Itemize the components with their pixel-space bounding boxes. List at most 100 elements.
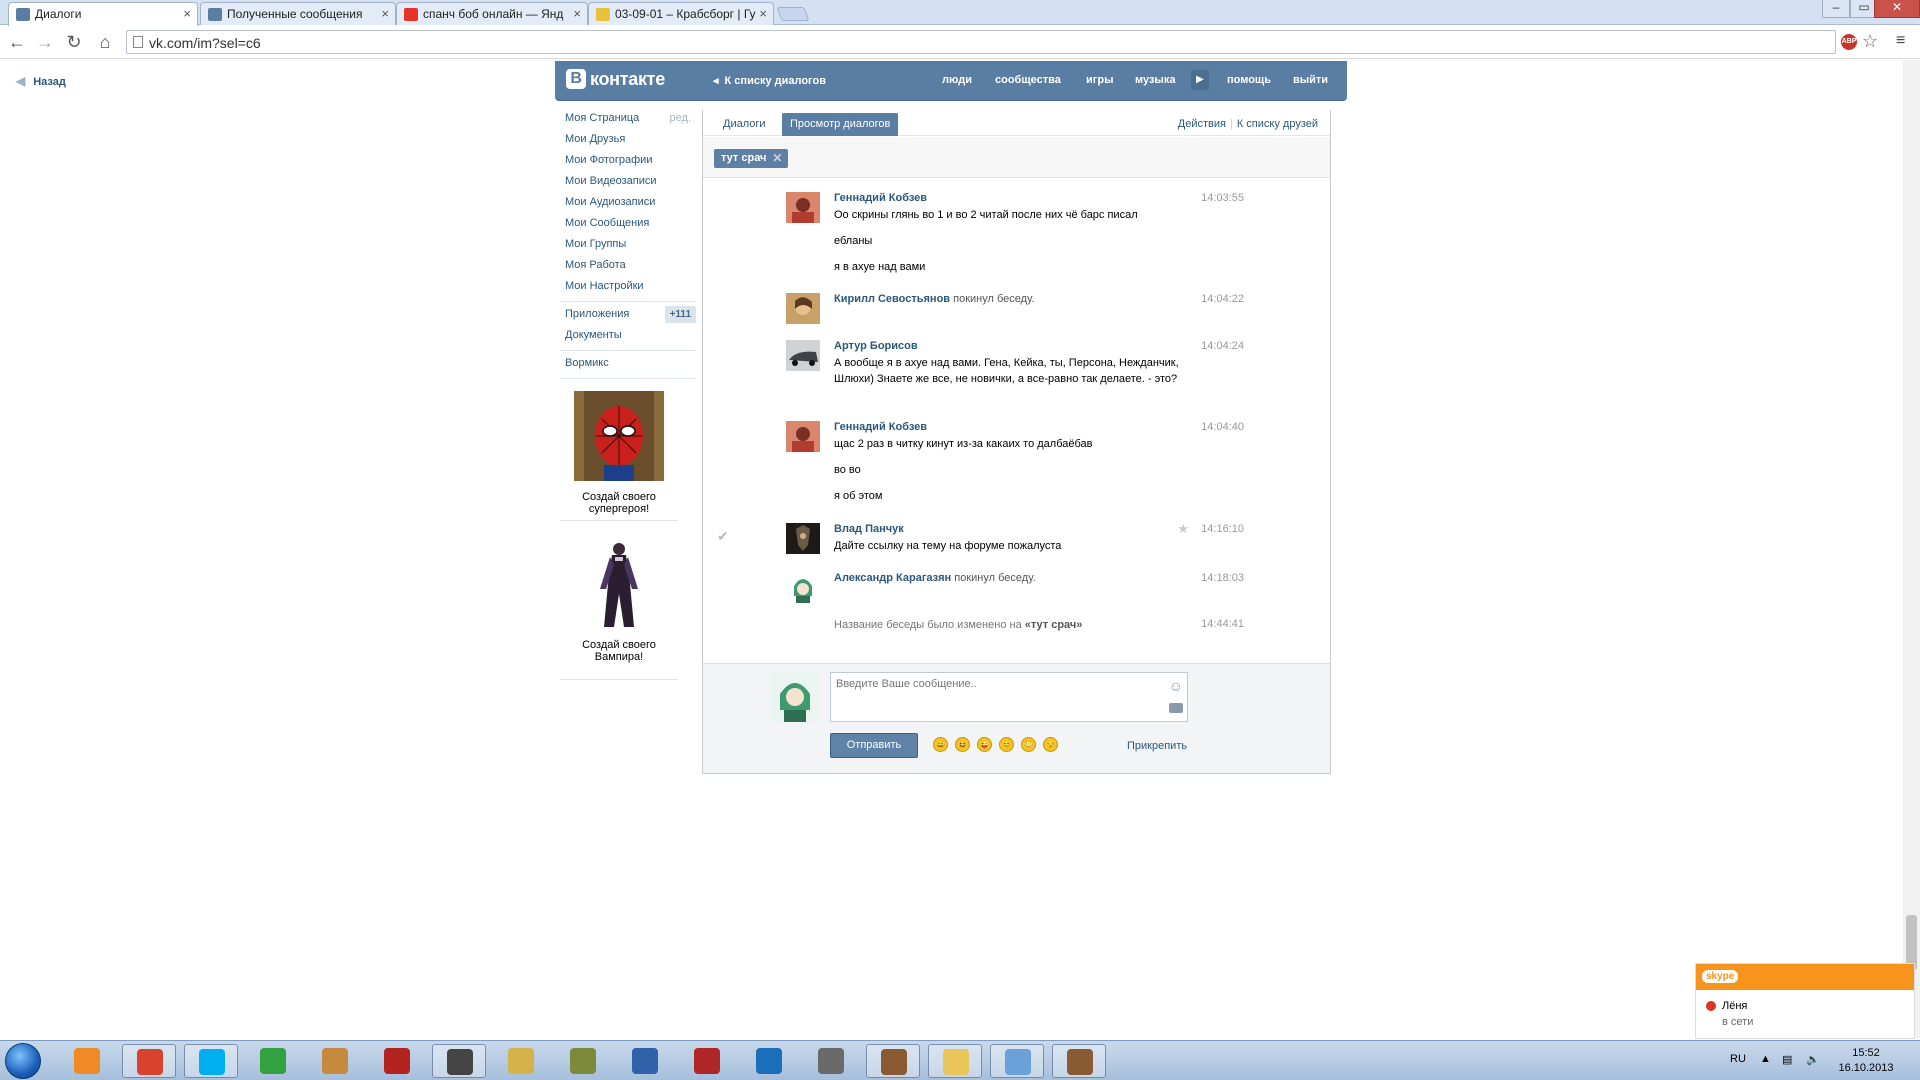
music-play-icon[interactable]: ▶ bbox=[1191, 70, 1209, 90]
taskbar-app-explorer[interactable] bbox=[928, 1044, 982, 1078]
send-button[interactable]: Отправить bbox=[830, 733, 918, 758]
author-name[interactable]: Александр Карагазян bbox=[834, 572, 951, 584]
taskbar-app-chrome[interactable] bbox=[122, 1044, 176, 1078]
menu-photos[interactable]: Мои Фотографии bbox=[560, 152, 696, 173]
message-author[interactable]: Геннадий Кобзев bbox=[834, 192, 927, 204]
menu-work[interactable]: Моя Работа bbox=[560, 257, 696, 278]
favorite-star-icon[interactable]: ★ bbox=[1177, 521, 1189, 537]
browser-tab-received[interactable]: Полученные сообщения × bbox=[200, 2, 396, 25]
emoji-laugh-icon[interactable]: 😀 bbox=[933, 737, 948, 752]
home-icon[interactable]: ⌂ bbox=[94, 32, 116, 53]
avatar[interactable] bbox=[786, 421, 820, 452]
close-tab-icon[interactable]: × bbox=[183, 6, 191, 21]
browser-tab-yandex[interactable]: спанч боб онлайн — Янд × bbox=[396, 2, 588, 25]
message-item[interactable]: Геннадий Кобзев 14:03:55 Оо скрины глянь… bbox=[703, 192, 1330, 282]
remove-chip-icon[interactable]: ✕ bbox=[772, 149, 782, 168]
emoji-grin-icon[interactable]: 😆 bbox=[955, 737, 970, 752]
emoji-wink-icon[interactable]: 😜 bbox=[977, 737, 992, 752]
menu-audio[interactable]: Мои Аудиозаписи bbox=[560, 194, 696, 215]
scrollbar-thumb[interactable] bbox=[1906, 915, 1917, 970]
friends-list-link[interactable]: К списку друзей bbox=[1237, 118, 1318, 130]
vk-logo[interactable]: Вконтакте bbox=[566, 69, 665, 90]
back-to-dialogs-link[interactable]: ◂ К списку диалогов bbox=[713, 74, 826, 87]
tab-dialogs[interactable]: Диалоги bbox=[715, 113, 774, 136]
menu-videos[interactable]: Мои Видеозаписи bbox=[560, 173, 696, 194]
message-item[interactable]: ✔ Влад Панчук ★ 14:16:10 Дайте ссылку на… bbox=[703, 521, 1330, 563]
volume-icon[interactable]: 🔈 bbox=[1806, 1053, 1820, 1066]
bookmark-star-icon[interactable]: ☆ bbox=[1862, 31, 1878, 52]
menu-my-page[interactable]: Моя Страница ред. bbox=[560, 110, 696, 131]
taskbar-app-app-circle[interactable] bbox=[742, 1044, 796, 1078]
actions-link[interactable]: Действия bbox=[1178, 118, 1226, 130]
close-tab-icon[interactable]: × bbox=[573, 6, 581, 21]
browser-tab-dialogs[interactable]: Диалоги × bbox=[8, 2, 198, 26]
menu-groups[interactable]: Мои Группы bbox=[560, 236, 696, 257]
menu-friends[interactable]: Мои Друзья bbox=[560, 131, 696, 152]
reload-icon[interactable]: ↻ bbox=[63, 32, 85, 53]
menu-documents[interactable]: Документы bbox=[560, 327, 696, 348]
message-time[interactable]: 14:18:03 bbox=[1201, 572, 1244, 584]
avatar[interactable] bbox=[786, 340, 820, 371]
taskbar-app-vk-app[interactable] bbox=[618, 1044, 672, 1078]
nav-music[interactable]: музыка bbox=[1135, 74, 1175, 86]
taskbar-app-game-4[interactable] bbox=[680, 1044, 734, 1078]
address-bar[interactable]: vk.com/im?sel=c6 bbox=[126, 30, 1836, 54]
message-time[interactable]: 14:44:41 bbox=[1201, 618, 1244, 630]
browser-menu-icon[interactable]: ≡ bbox=[1896, 32, 1905, 50]
avatar[interactable] bbox=[786, 192, 820, 223]
taskbar-app-world-of-tanks[interactable] bbox=[804, 1044, 858, 1078]
emoji-smile-icon[interactable]: 😊 bbox=[999, 737, 1014, 752]
nav-communities[interactable]: сообщества bbox=[995, 74, 1061, 86]
nav-help[interactable]: помощь bbox=[1227, 74, 1271, 86]
taskbar-app-spiderman-game[interactable] bbox=[370, 1044, 424, 1078]
message-input[interactable]: Введите Ваше сообщение.. ☺ bbox=[830, 672, 1188, 722]
author-name[interactable]: Кирилл Севостьянов bbox=[834, 293, 950, 305]
read-check-icon[interactable]: ✔ bbox=[717, 528, 729, 545]
back-arrow-icon[interactable]: ← bbox=[6, 32, 28, 53]
message-item[interactable]: Кирилл Севостьянов покинул беседу. 14:04… bbox=[703, 293, 1330, 329]
forward-arrow-icon[interactable]: → bbox=[34, 32, 56, 53]
taskbar-app-game-6[interactable] bbox=[1052, 1044, 1106, 1078]
camera-icon[interactable] bbox=[1169, 703, 1183, 713]
emoji-surprised-icon[interactable]: 😳 bbox=[1021, 737, 1036, 752]
language-indicator[interactable]: RU bbox=[1730, 1053, 1746, 1065]
message-author[interactable]: Влад Панчук bbox=[834, 523, 904, 535]
taskbar-app-skype[interactable] bbox=[184, 1044, 238, 1078]
menu-messages[interactable]: Мои Сообщения bbox=[560, 215, 696, 236]
taskbar-app-media-player[interactable] bbox=[60, 1044, 114, 1078]
page-scrollbar[interactable] bbox=[1903, 60, 1920, 1038]
message-time[interactable]: 14:04:24 bbox=[1201, 340, 1244, 352]
message-author[interactable]: Геннадий Кобзев bbox=[834, 421, 927, 433]
avatar[interactable] bbox=[786, 293, 820, 324]
avatar[interactable] bbox=[786, 523, 820, 554]
message-item[interactable]: Геннадий Кобзев 14:04:40 щас 2 раз в чит… bbox=[703, 421, 1330, 511]
ad-superhero[interactable]: Создай своего супергероя! bbox=[560, 391, 678, 515]
message-time[interactable]: 14:04:22 bbox=[1201, 293, 1244, 305]
taskbar-app-game-1[interactable] bbox=[432, 1044, 486, 1078]
tray-expand-icon[interactable]: ▲ bbox=[1760, 1053, 1771, 1065]
tray-clock[interactable]: 15:52 16.10.2013 bbox=[1836, 1046, 1896, 1076]
message-item[interactable]: Артур Борисов 14:04:24 А вообще я в ахуе… bbox=[703, 340, 1330, 410]
start-button[interactable] bbox=[5, 1043, 41, 1079]
close-window-button[interactable]: ✕ bbox=[1874, 0, 1920, 18]
taskbar-app-paint[interactable] bbox=[990, 1044, 1044, 1078]
taskbar-app-minecraft[interactable] bbox=[308, 1044, 362, 1078]
message-time[interactable]: 14:16:10 bbox=[1201, 523, 1244, 535]
attach-link[interactable]: Прикрепить bbox=[1127, 740, 1187, 752]
avatar[interactable] bbox=[786, 572, 820, 603]
tab-view-dialogs[interactable]: Просмотр диалогов bbox=[782, 113, 899, 136]
close-tab-icon[interactable]: × bbox=[381, 6, 389, 21]
chat-title-chip[interactable]: тут срач ✕ bbox=[714, 149, 789, 168]
menu-settings[interactable]: Мои Настройки bbox=[560, 278, 696, 299]
minimize-button[interactable]: – bbox=[1822, 0, 1850, 18]
taskbar-app-game-3[interactable] bbox=[556, 1044, 610, 1078]
message-item[interactable]: Александр Карагазян покинул беседу. 14:1… bbox=[703, 572, 1330, 608]
message-author[interactable]: Артур Борисов bbox=[834, 340, 918, 352]
message-time[interactable]: 14:04:40 bbox=[1201, 421, 1244, 433]
smiley-icon[interactable]: ☺ bbox=[1169, 678, 1183, 694]
skype-notification[interactable]: skype Лёня в сети bbox=[1695, 963, 1915, 1039]
emoji-unamused-icon[interactable]: 😒 bbox=[1043, 737, 1058, 752]
browser-tab-krabsborg[interactable]: 03-09-01 – Крабсборг | Гу × bbox=[588, 2, 774, 25]
my-avatar[interactable] bbox=[770, 672, 820, 722]
edit-link[interactable]: ред. bbox=[670, 110, 691, 127]
